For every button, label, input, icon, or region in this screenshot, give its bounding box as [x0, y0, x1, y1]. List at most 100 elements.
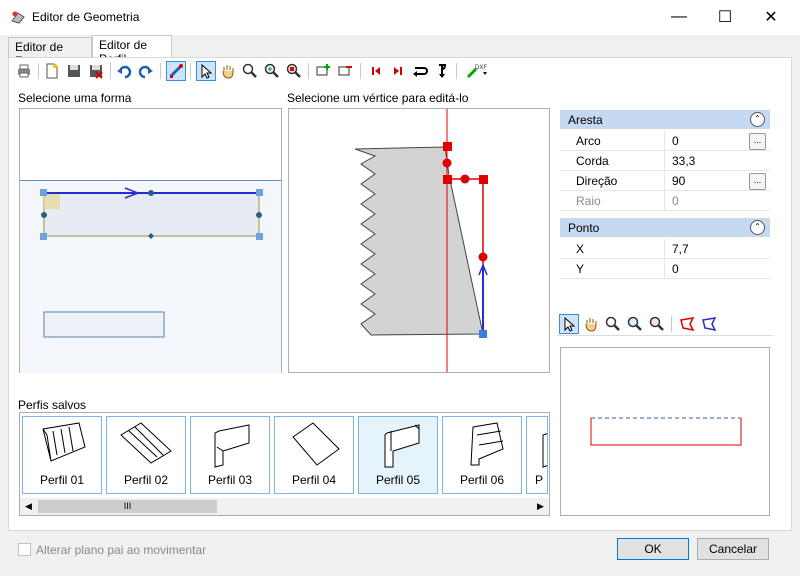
- scrollbar-thumb[interactable]: III: [38, 500, 217, 513]
- delete-save-icon[interactable]: [86, 61, 106, 81]
- toolbar-separator: [160, 63, 161, 79]
- dxf-export-dropdown[interactable]: DXF: [462, 61, 492, 81]
- point-properties: Ponto ⌃ X 7,7 Y 0: [560, 218, 770, 279]
- profile-label: Perfil 01: [39, 473, 85, 487]
- profile-label: Perfil 03: [207, 473, 253, 487]
- point-header[interactable]: Ponto ⌃: [560, 218, 770, 237]
- shape-panel-label: Selecione uma forma: [18, 91, 132, 105]
- print-icon[interactable]: [14, 61, 34, 81]
- profile-preview-icon: [120, 422, 172, 464]
- toolbar-separator: [671, 316, 672, 332]
- horizontal-scrollbar[interactable]: ◀ III ▶: [20, 498, 549, 515]
- minimize-button[interactable]: —: [656, 0, 702, 34]
- first-vertex-icon[interactable]: [366, 61, 386, 81]
- pointer-icon[interactable]: [196, 61, 216, 81]
- edge-header-label: Aresta: [568, 113, 603, 127]
- profile-thumbnail[interactable]: Perfil 02: [106, 416, 186, 494]
- blue-shape-icon[interactable]: [699, 314, 719, 334]
- toolbar-separator: [308, 63, 309, 79]
- undo-icon[interactable]: [114, 61, 134, 81]
- property-value[interactable]: 7,7: [672, 242, 689, 256]
- zoom-extents-icon[interactable]: [647, 314, 667, 334]
- scroll-right-button[interactable]: ▶: [534, 500, 547, 513]
- property-value[interactable]: 90: [672, 174, 685, 188]
- scroll-left-button[interactable]: ◀: [22, 500, 35, 513]
- zoom-icon[interactable]: [603, 314, 623, 334]
- point-header-label: Ponto: [568, 221, 600, 235]
- ok-button[interactable]: OK: [617, 538, 689, 560]
- cancel-button[interactable]: Cancelar: [697, 538, 769, 560]
- toolbar-separator: [190, 63, 191, 79]
- profile-label: P: [535, 473, 544, 487]
- profile-thumbnail[interactable]: Perfil 04: [274, 416, 354, 494]
- edit-vertex-icon[interactable]: [166, 61, 186, 81]
- reverse-icon[interactable]: [410, 61, 430, 81]
- title-bar: Editor de Geometria — ☐ ✕: [0, 0, 800, 34]
- property-key: Direção: [576, 174, 618, 188]
- profile-preview-icon: [470, 422, 504, 466]
- property-value[interactable]: 0: [672, 262, 679, 276]
- collapse-icon[interactable]: ⌃: [750, 112, 765, 127]
- property-row-corda[interactable]: Corda 33,3: [560, 151, 770, 171]
- profile-thumbnail[interactable]: P: [526, 416, 548, 494]
- saved-profiles-label: Perfis salvos: [18, 398, 87, 412]
- redo-icon[interactable]: [136, 61, 156, 81]
- alterar-plano-checkbox[interactable]: [18, 543, 31, 556]
- property-row-direcao[interactable]: Direção 90 ...: [560, 171, 770, 191]
- shape-canvas[interactable]: [19, 108, 282, 373]
- shape-drawing: [40, 187, 263, 338]
- vertex-panel-label: Selecione um vértice para editá-lo: [287, 91, 469, 105]
- ellipsis-button[interactable]: ...: [749, 133, 766, 150]
- zoom-in-icon[interactable]: [262, 61, 282, 81]
- profile-label: Perfil 06: [459, 473, 505, 487]
- property-value: 0: [672, 194, 679, 208]
- remove-vertex-icon[interactable]: [336, 61, 356, 81]
- profile-thumbnail-selected[interactable]: Perfil 05: [358, 416, 438, 494]
- profile-thumbnail[interactable]: Perfil 03: [190, 416, 270, 494]
- preview-toolbar: [557, 312, 773, 336]
- pan-hand-icon[interactable]: [218, 61, 238, 81]
- property-value[interactable]: 33,3: [672, 154, 695, 168]
- profile-preview-icon: [214, 424, 250, 468]
- last-vertex-icon[interactable]: [388, 61, 408, 81]
- property-key: Y: [576, 262, 585, 276]
- add-vertex-icon[interactable]: [314, 61, 334, 81]
- profile-thumbnail[interactable]: Perfil 06: [442, 416, 522, 494]
- scrollbar-grip: III: [123, 501, 132, 511]
- toolbar-separator: [360, 63, 361, 79]
- tab-editor-de-forma[interactable]: Editor de Forma: [8, 37, 92, 68]
- maximize-button[interactable]: ☐: [702, 0, 748, 34]
- new-icon[interactable]: [42, 61, 62, 81]
- preview-canvas[interactable]: [560, 347, 770, 516]
- vertex-canvas[interactable]: [288, 108, 550, 373]
- toolbar-separator: [456, 63, 457, 79]
- close-button[interactable]: ✕: [748, 0, 794, 34]
- property-row-y[interactable]: Y 0: [560, 259, 770, 279]
- zoom-icon[interactable]: [240, 61, 260, 81]
- profile-label: Perfil 05: [375, 473, 421, 487]
- property-row-arco[interactable]: Arco 0 ...: [560, 131, 770, 151]
- profile-thumbnail[interactable]: Perfil 01: [22, 416, 102, 494]
- property-key: Corda: [576, 154, 609, 168]
- edge-header[interactable]: Aresta ⌃: [560, 110, 770, 129]
- profile-label: Perfil 02: [123, 473, 169, 487]
- property-key: Arco: [576, 134, 601, 148]
- profile-preview-icon: [292, 422, 340, 466]
- zoom-in-icon[interactable]: [625, 314, 645, 334]
- zoom-extents-icon[interactable]: [284, 61, 304, 81]
- save-icon[interactable]: [64, 61, 84, 81]
- property-key: Raio: [576, 194, 601, 208]
- flip-icon[interactable]: [432, 61, 452, 81]
- property-value[interactable]: 0: [672, 134, 679, 148]
- window-title: Editor de Geometria: [32, 10, 140, 24]
- tab-editor-de-perfil[interactable]: Editor de Perfil: [92, 35, 172, 66]
- ellipsis-button[interactable]: ...: [749, 173, 766, 190]
- pointer-icon[interactable]: [559, 314, 579, 334]
- profile-preview-icon: [384, 424, 420, 468]
- red-shape-icon[interactable]: [677, 314, 697, 334]
- collapse-icon[interactable]: ⌃: [750, 220, 765, 235]
- property-row-x[interactable]: X 7,7: [560, 239, 770, 259]
- profile-drawing: [354, 109, 488, 372]
- pan-hand-icon[interactable]: [581, 314, 601, 334]
- toolbar-separator: [110, 63, 111, 79]
